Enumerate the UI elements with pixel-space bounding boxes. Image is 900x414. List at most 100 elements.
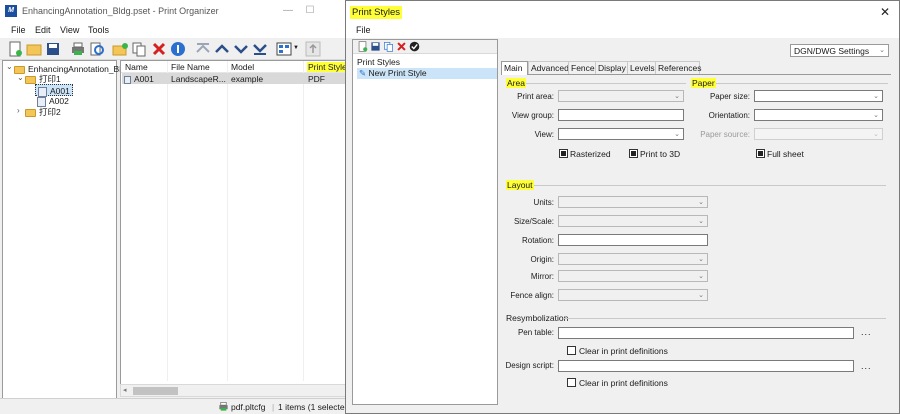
column-header-name[interactable]: Name (125, 62, 148, 72)
tab-references[interactable]: References (655, 61, 701, 74)
tree-expand-icon[interactable]: › (17, 106, 20, 115)
origin-select[interactable]: ⌄ (558, 253, 708, 265)
view-select[interactable]: ⌄ (558, 128, 684, 140)
horizontal-scrollbar[interactable]: ◂ (120, 384, 348, 397)
view-options-icon[interactable] (276, 41, 292, 57)
print-styles-dialog: Print Styles ✕ File Print Styles ✎ New P… (345, 0, 900, 414)
menu-view[interactable]: View (60, 25, 79, 35)
minimize-icon[interactable]: — (278, 3, 298, 19)
add-folder-icon[interactable] (112, 41, 128, 57)
rotation-field[interactable] (558, 234, 708, 246)
style-tree-root[interactable]: Print Styles (357, 57, 400, 67)
print-area-label: Print area: (517, 92, 554, 101)
rasterized-checkbox[interactable] (559, 149, 568, 158)
view-group-field[interactable] (558, 109, 684, 121)
paper-size-label: Paper size: (709, 92, 750, 101)
tree-collapse-icon[interactable]: ⌄ (6, 62, 13, 71)
units-label: Units: (533, 198, 554, 207)
print-icon[interactable] (70, 41, 86, 57)
paper-source-label: Paper source: (700, 130, 750, 139)
print-organizer-window: M EnhancingAnnotation_Bldg.pset - Print … (0, 0, 353, 414)
print-area-select[interactable]: ⌄ (558, 90, 684, 102)
add-files-icon[interactable] (131, 41, 147, 57)
orientation-select[interactable]: ⌄ (754, 109, 883, 121)
scrollbar-thumb[interactable] (133, 387, 178, 395)
upload-icon[interactable] (305, 41, 321, 57)
cell-name: A001 (134, 74, 154, 84)
fence-align-label: Fence align: (510, 291, 554, 300)
close-icon[interactable]: ✕ (877, 4, 893, 20)
size-scale-label: Size/Scale: (513, 217, 554, 226)
move-to-bottom-icon[interactable] (252, 41, 268, 57)
print-to-3d-label: Print to 3D (640, 149, 681, 159)
chevron-down-icon[interactable]: ▼ (293, 45, 299, 51)
move-to-top-icon[interactable] (195, 41, 211, 57)
status-selection-count: 1 items (1 selected) (278, 402, 353, 412)
units-select[interactable]: ⌄ (558, 196, 708, 208)
organizer-menu-bar: File Edit View Tools (0, 22, 350, 38)
menu-file[interactable]: File (11, 25, 26, 35)
tab-display[interactable]: Display (595, 61, 628, 74)
chevron-down-icon: ⌄ (879, 47, 885, 54)
pen-table-browse-button[interactable]: ... (861, 327, 872, 337)
column-header-print-style[interactable]: Print Style (307, 62, 348, 72)
scroll-left-icon[interactable]: ◂ (123, 386, 127, 394)
tab-main[interactable]: Main (501, 61, 528, 75)
apply-icon[interactable] (409, 41, 420, 52)
clear-design-script-checkbox[interactable] (567, 378, 576, 387)
mirror-label: Mirror: (530, 272, 554, 281)
menu-tools[interactable]: Tools (88, 25, 109, 35)
organizer-status-bar: pdf.pltcfg | 1 items (1 selected) (0, 398, 353, 414)
move-down-icon[interactable] (233, 41, 249, 57)
cell-model: example (231, 74, 264, 84)
new-file-icon[interactable] (7, 41, 23, 57)
style-tree-item-new-print-style[interactable]: ✎ New Print Style (357, 68, 497, 79)
fence-align-select[interactable]: ⌄ (558, 289, 708, 301)
chevron-down-icon: ⌄ (698, 218, 704, 225)
design-script-browse-button[interactable]: ... (861, 361, 872, 371)
tree-node-group2[interactable]: 打印2 (25, 106, 61, 118)
print-preview-icon[interactable] (89, 41, 105, 57)
paper-size-select[interactable]: ⌄ (754, 90, 883, 102)
save-icon[interactable] (45, 41, 61, 57)
list-header: Name File Name Model Print Style (121, 61, 348, 73)
delete-icon[interactable] (151, 41, 167, 57)
tab-fence[interactable]: Fence (568, 61, 596, 74)
pen-table-field[interactable] (558, 327, 854, 339)
mirror-select[interactable]: ⌄ (558, 270, 708, 282)
design-script-field[interactable] (558, 360, 854, 372)
folder-icon (25, 108, 36, 117)
tab-levels[interactable]: Levels (627, 61, 656, 74)
new-style-icon[interactable] (357, 41, 368, 52)
save-icon[interactable] (370, 41, 381, 52)
full-sheet-checkbox[interactable] (756, 149, 765, 158)
copy-style-icon[interactable] (383, 41, 394, 52)
maximize-icon[interactable]: ☐ (300, 3, 320, 19)
properties-icon[interactable] (170, 41, 186, 57)
print-definition-icon (124, 74, 134, 84)
settings-type-select[interactable]: DGN/DWG Settings ⌄ (790, 44, 889, 57)
move-up-icon[interactable] (214, 41, 230, 57)
table-row[interactable]: A001 LandscapeR... example PDF (122, 73, 347, 84)
clear-pen-table-checkbox[interactable] (567, 346, 576, 355)
organizer-toolbar: ▼ (0, 38, 350, 60)
orientation-label: Orientation: (708, 111, 750, 120)
print-to-3d-checkbox[interactable] (629, 149, 638, 158)
tab-advanced[interactable]: Advanced (528, 61, 569, 74)
size-scale-select[interactable]: ⌄ (558, 215, 708, 227)
column-header-model[interactable]: Model (231, 62, 254, 72)
chevron-down-icon: ⌄ (873, 131, 879, 138)
print-styles-menu-bar: File (346, 23, 899, 38)
print-styles-toolbar (353, 40, 497, 54)
column-header-file-name[interactable]: File Name (171, 62, 210, 72)
resymbolization-heading: Resymbolization (506, 313, 569, 323)
menu-edit[interactable]: Edit (35, 25, 51, 35)
open-folder-icon[interactable] (26, 41, 42, 57)
menu-file[interactable]: File (356, 25, 371, 35)
chevron-down-icon: ⌄ (698, 256, 704, 263)
chevron-down-icon: ⌄ (674, 93, 680, 100)
tree-collapse-icon[interactable]: ⌄ (17, 73, 24, 82)
rasterized-label: Rasterized (570, 149, 611, 159)
paper-source-select: ⌄ (754, 128, 883, 140)
delete-icon[interactable] (396, 41, 407, 52)
